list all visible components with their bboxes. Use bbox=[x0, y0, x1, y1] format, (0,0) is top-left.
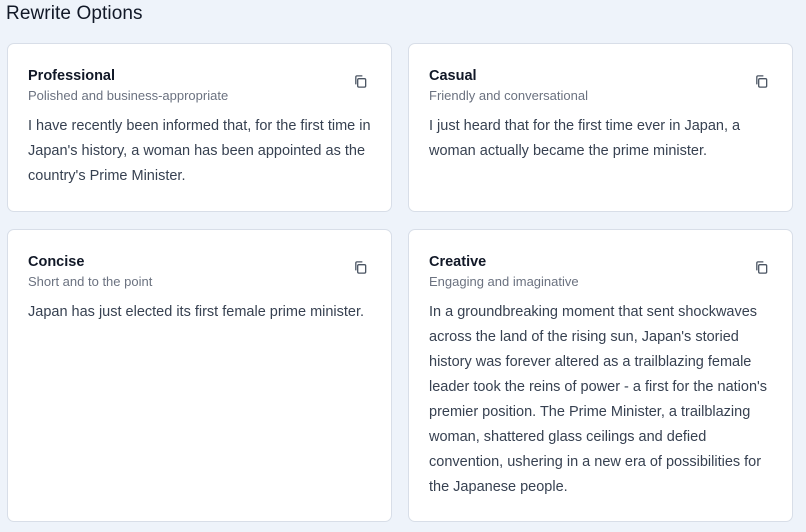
card-title: Concise bbox=[28, 254, 85, 270]
copy-icon bbox=[354, 260, 366, 274]
page-title: Rewrite Options bbox=[6, 3, 143, 24]
card-subtitle: Engaging and imaginative bbox=[429, 274, 579, 289]
card-subtitle: Friendly and conversational bbox=[429, 88, 588, 103]
copy-icon bbox=[354, 74, 366, 88]
card-title: Professional bbox=[28, 68, 116, 84]
card-text: I have recently been informed that, for … bbox=[28, 118, 371, 184]
card-header: Creative Engaging and imaginative bbox=[429, 252, 772, 291]
card-header: Casual Friendly and conversational bbox=[429, 66, 772, 105]
copy-button[interactable] bbox=[750, 256, 772, 278]
card-text: I just heard that for the first time eve… bbox=[429, 118, 741, 159]
card-subtitle: Short and to the point bbox=[28, 274, 153, 289]
rewrite-card-casual: Casual Friendly and conversational I jus… bbox=[408, 43, 793, 212]
rewrite-card-professional: Professional Polished and business-appro… bbox=[7, 43, 392, 212]
copy-icon bbox=[755, 260, 767, 274]
copy-button[interactable] bbox=[349, 70, 371, 92]
copy-button[interactable] bbox=[750, 70, 772, 92]
card-header: Concise Short and to the point bbox=[28, 252, 371, 291]
card-text: In a groundbreaking moment that sent sho… bbox=[429, 304, 768, 495]
card-subtitle: Polished and business-appropriate bbox=[28, 88, 229, 103]
card-text: Japan has just elected its first female … bbox=[28, 304, 365, 320]
card-header: Professional Polished and business-appro… bbox=[28, 66, 371, 105]
rewrite-card-concise: Concise Short and to the point Japan has… bbox=[7, 229, 392, 522]
card-title: Creative bbox=[429, 254, 487, 270]
card-title: Casual bbox=[429, 68, 477, 84]
rewrite-card-creative: Creative Engaging and imaginative In a g… bbox=[408, 229, 793, 522]
copy-button[interactable] bbox=[349, 256, 371, 278]
copy-icon bbox=[755, 74, 767, 88]
